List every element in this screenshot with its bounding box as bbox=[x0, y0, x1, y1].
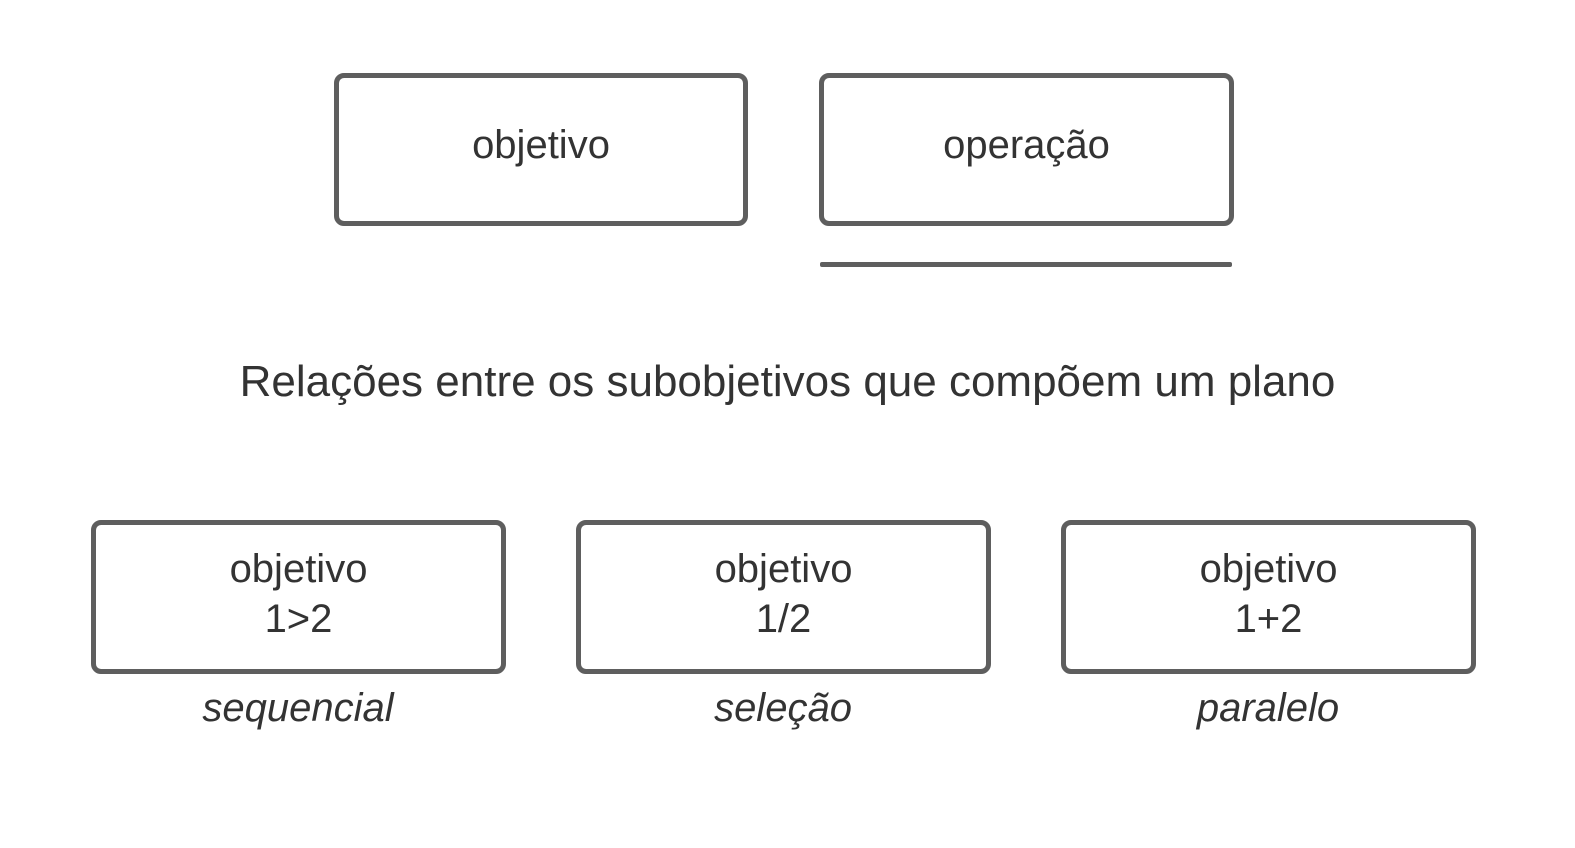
parallel-goal-box: objetivo 1+2 bbox=[1061, 520, 1476, 674]
selection-goal-box: objetivo 1/2 bbox=[576, 520, 991, 674]
diagram-title: Relações entre os subobjetivos que compõ… bbox=[239, 357, 1336, 406]
goal-box: objetivo bbox=[334, 73, 748, 226]
operation-box-label: operação bbox=[943, 123, 1110, 167]
sequential-goal-expression: 1>2 bbox=[264, 597, 333, 641]
sequential-goal-box: objetivo 1>2 bbox=[91, 520, 506, 674]
parallel-goal-label: objetivo bbox=[1199, 547, 1338, 591]
selection-goal-label: objetivo bbox=[714, 547, 853, 591]
parallel-caption: paralelo bbox=[1196, 686, 1340, 730]
operation-underline bbox=[820, 262, 1232, 267]
sequential-goal-label: objetivo bbox=[229, 547, 368, 591]
parallel-goal-expression: 1+2 bbox=[1234, 597, 1303, 641]
selection-caption: seleção bbox=[714, 686, 852, 730]
sequential-caption: sequencial bbox=[202, 686, 394, 730]
operation-box: operação bbox=[819, 73, 1234, 226]
selection-goal-expression: 1/2 bbox=[755, 597, 812, 641]
goal-box-label: objetivo bbox=[472, 123, 610, 167]
